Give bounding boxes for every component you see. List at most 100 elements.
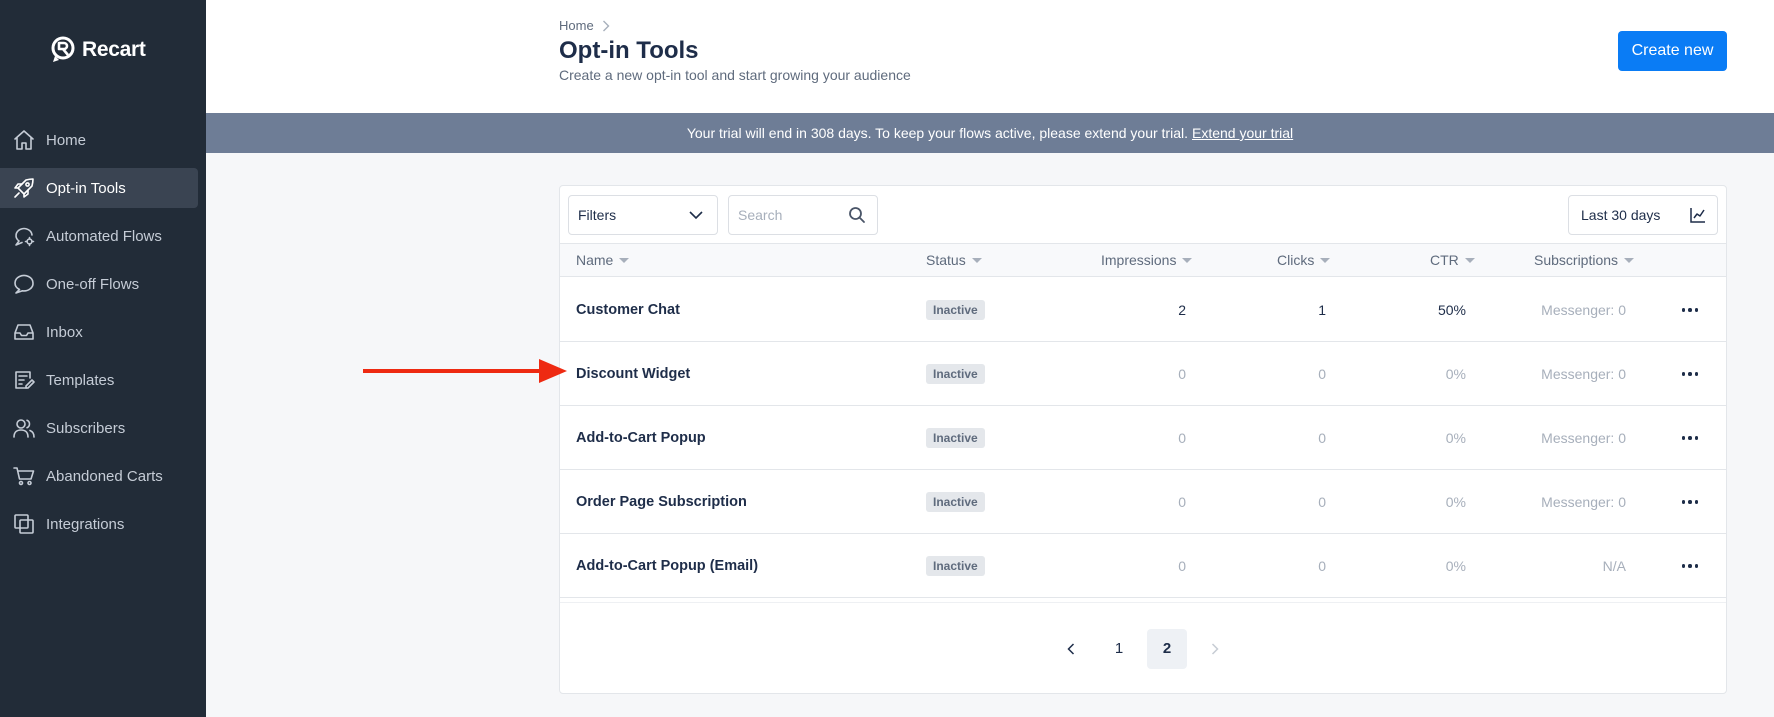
more-options-icon[interactable] (1681, 534, 1698, 598)
column-label: Subscriptions (1534, 252, 1619, 268)
sort-caret-icon (1320, 257, 1331, 263)
sidebar-item-label: Abandoned Carts (46, 467, 163, 485)
row-ctr: 0% (1445, 494, 1466, 510)
filters-label: Filters (578, 207, 617, 223)
row-name[interactable]: Add-to-Cart Popup (576, 406, 706, 470)
row-subscriptions: Messenger: 0 (1541, 302, 1626, 318)
row-ctr: 50% (1437, 302, 1466, 318)
filters-dropdown[interactable]: Filters (568, 195, 718, 235)
line-chart-icon[interactable] (1689, 206, 1707, 224)
sidebar-item-home[interactable]: Home (0, 120, 198, 160)
cart-icon (12, 464, 36, 488)
page-header: Home Opt-in Tools Create a new opt-in to… (206, 0, 1774, 113)
column-header-clicks[interactable]: Clicks (1277, 244, 1331, 276)
layers-icon (12, 512, 36, 536)
row-subscriptions: N/A (1602, 558, 1626, 574)
row-ctr: 0% (1445, 430, 1466, 446)
breadcrumb-home-link[interactable]: Home (559, 18, 594, 33)
row-clicks: 0 (1318, 558, 1326, 574)
row-ctr: 0% (1445, 558, 1466, 574)
pagination: 1 2 (560, 602, 1726, 694)
row-impressions: 2 (1178, 302, 1186, 318)
column-header-name[interactable]: Name (576, 244, 630, 276)
row-status: Inactive (926, 534, 985, 598)
sidebar-item-label: Subscribers (46, 419, 126, 437)
row-status: Inactive (926, 278, 985, 342)
sidebar-nav: Home Opt-in Tools Automated Flows One-of… (0, 120, 206, 552)
sort-caret-icon (971, 257, 982, 263)
sidebar-item-automated-flows[interactable]: Automated Flows (0, 216, 198, 256)
sidebar-item-label: Inbox (46, 323, 83, 341)
sidebar-item-integrations[interactable]: Integrations (0, 504, 198, 544)
brand-name: Recart (82, 38, 146, 61)
trial-banner-text: Your trial will end in 308 days. To keep… (686, 125, 1188, 141)
chat-gear-icon (12, 224, 36, 248)
more-options-icon[interactable] (1681, 278, 1698, 342)
column-header-status[interactable]: Status (926, 244, 982, 276)
table-row[interactable]: Add-to-Cart Popup (Email) Inactive 0 0 0… (560, 534, 1726, 598)
sidebar: Recart Home Opt-in Tools Automated Flows… (0, 0, 206, 717)
status-badge: Inactive (926, 364, 985, 384)
sidebar-item-abandoned-carts[interactable]: Abandoned Carts (0, 456, 198, 496)
column-header-subscriptions[interactable]: Subscriptions (1534, 244, 1635, 276)
status-badge: Inactive (926, 428, 985, 448)
next-page-button[interactable] (1195, 629, 1235, 669)
more-options-icon[interactable] (1681, 342, 1698, 406)
sidebar-item-opt-in-tools[interactable]: Opt-in Tools (0, 168, 198, 208)
table-row[interactable]: Order Page Subscription Inactive 0 0 0% … (560, 470, 1726, 534)
extend-trial-link[interactable]: Extend your trial (1192, 125, 1293, 141)
row-clicks: 0 (1318, 366, 1326, 382)
sidebar-item-subscribers[interactable]: Subscribers (0, 408, 198, 448)
opt-in-tools-table-card: Filters Last 30 days Name Status Impress… (559, 185, 1727, 694)
prev-page-button[interactable] (1051, 629, 1091, 669)
table-row[interactable]: Add-to-Cart Popup Inactive 0 0 0% Messen… (560, 406, 1726, 470)
date-range-picker[interactable]: Last 30 days (1568, 195, 1718, 235)
template-icon (12, 368, 36, 392)
column-label: Name (576, 252, 614, 268)
page-1-button[interactable]: 1 (1099, 629, 1139, 669)
more-options-icon[interactable] (1681, 406, 1698, 470)
row-clicks: 0 (1318, 430, 1326, 446)
rocket-icon (12, 176, 36, 200)
row-name[interactable]: Discount Widget (576, 342, 690, 406)
row-name[interactable]: Order Page Subscription (576, 470, 747, 534)
row-status: Inactive (926, 342, 985, 406)
chevron-right-icon (1211, 642, 1219, 655)
row-ctr: 0% (1445, 366, 1466, 382)
annotation-arrow-icon (363, 359, 567, 383)
sidebar-item-label: Templates (46, 371, 115, 389)
sort-caret-icon (619, 257, 630, 263)
column-label: Impressions (1101, 252, 1177, 268)
column-header-impressions[interactable]: Impressions (1101, 244, 1193, 276)
status-badge: Inactive (926, 556, 985, 576)
page-2-button[interactable]: 2 (1147, 628, 1187, 669)
row-name[interactable]: Add-to-Cart Popup (Email) (576, 534, 758, 598)
table-header: Name Status Impressions Clicks CTR Subsc… (560, 243, 1726, 277)
sidebar-item-one-off-flows[interactable]: One-off Flows (0, 264, 198, 304)
more-options-icon[interactable] (1681, 470, 1698, 534)
users-icon (12, 416, 36, 440)
sidebar-item-templates[interactable]: Templates (0, 360, 198, 400)
create-new-button[interactable]: Create new (1618, 31, 1727, 71)
table-row[interactable]: Discount Widget Inactive 0 0 0% Messenge… (560, 342, 1726, 406)
row-status: Inactive (926, 406, 985, 470)
row-impressions: 0 (1178, 366, 1186, 382)
sidebar-item-inbox[interactable]: Inbox (0, 312, 198, 352)
row-subscriptions: Messenger: 0 (1541, 430, 1626, 446)
home-icon (12, 128, 36, 152)
column-label: Status (926, 252, 966, 268)
search-input[interactable] (738, 207, 848, 223)
search-icon[interactable] (848, 206, 866, 224)
breadcrumb: Home (559, 18, 610, 33)
column-header-ctr[interactable]: CTR (1430, 244, 1475, 276)
row-name[interactable]: Customer Chat (576, 278, 680, 342)
column-label: CTR (1430, 252, 1459, 268)
chevron-down-icon (689, 210, 703, 219)
chat-icon (12, 272, 36, 296)
brand-logo[interactable]: Recart (50, 36, 146, 64)
status-badge: Inactive (926, 300, 985, 320)
trial-banner: Your trial will end in 308 days. To keep… (206, 113, 1774, 153)
page-title: Opt-in Tools (559, 37, 699, 64)
row-impressions: 0 (1178, 430, 1186, 446)
table-row[interactable]: Customer Chat Inactive 2 1 50% Messenger… (560, 278, 1726, 342)
